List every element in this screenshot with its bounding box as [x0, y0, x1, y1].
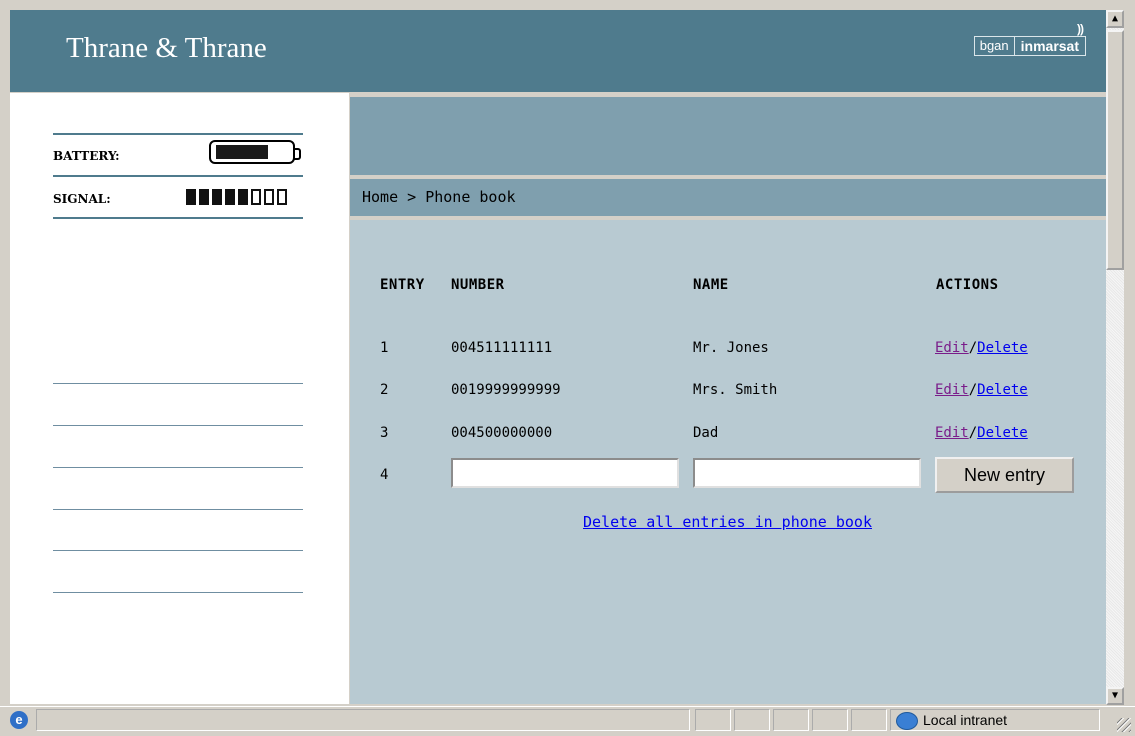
row-actions: Edit/Delete [935, 340, 1028, 356]
row-actions: Edit/Delete [935, 425, 1028, 441]
sidebar: BATTERY: SIGNAL: [10, 93, 349, 704]
action-separator: / [968, 425, 978, 441]
scroll-up-icon[interactable]: ▲ [1106, 10, 1124, 28]
delete-link[interactable]: Delete [977, 425, 1028, 441]
battery-label: BATTERY: [53, 149, 120, 163]
col-header-name: NAME [693, 277, 729, 293]
signal-bar [199, 189, 209, 205]
signal-strength-icon [186, 189, 287, 205]
intranet-globe-icon [896, 712, 918, 730]
scroll-down-icon[interactable]: ▼ [1106, 687, 1124, 705]
col-header-entry: ENTRY [380, 277, 425, 293]
name-cell: Mr. Jones [693, 340, 769, 356]
signal-bar [251, 189, 261, 205]
content-top-band [350, 97, 1106, 175]
sidebar-menu-slot [53, 550, 303, 551]
bgan-inmarsat-logo: bgan inmarsat )) [973, 22, 1086, 56]
entry-cell: 3 [380, 425, 389, 441]
entry-cell: 2 [380, 382, 389, 398]
breadcrumb: Home > Phone book [362, 188, 516, 206]
entry-cell: 4 [380, 467, 389, 483]
status-pane [734, 709, 770, 731]
number-cell: 004511111111 [451, 340, 553, 356]
sidebar-menu-slot [53, 467, 303, 468]
sidebar-menu-slot [53, 509, 303, 510]
signal-bar [212, 189, 222, 205]
status-pane [851, 709, 887, 731]
brand-logo: Thrane & Thrane [66, 32, 267, 64]
signal-bar [225, 189, 235, 205]
sidebar-divider [53, 133, 303, 135]
sidebar-menu-slot [53, 425, 303, 426]
new-number-input[interactable] [451, 458, 679, 488]
signal-bar [186, 189, 196, 205]
new-name-input[interactable] [693, 458, 921, 488]
phonebook-panel: ENTRY NUMBER NAME ACTIONS 1 004511111111… [350, 220, 1106, 704]
breadcrumb-bar: Home > Phone book [350, 179, 1106, 216]
status-pane [773, 709, 809, 731]
signal-label: SIGNAL: [53, 192, 111, 206]
inmarsat-label: inmarsat )) [1014, 22, 1086, 56]
zone-label: Local intranet [923, 712, 1008, 728]
security-zone: Local intranet [890, 709, 1100, 731]
signal-waves-icon: )) [1077, 22, 1084, 36]
browser-window: Thrane & Thrane bgan inmarsat )) BATTERY… [0, 0, 1135, 736]
status-pane [695, 709, 731, 731]
edit-link[interactable]: Edit [935, 340, 969, 356]
inmarsat-text: inmarsat [1020, 38, 1079, 54]
col-header-actions: ACTIONS [936, 277, 999, 293]
resize-grip-icon[interactable] [1117, 718, 1131, 732]
sidebar-divider [53, 175, 303, 177]
status-pane [812, 709, 848, 731]
entry-cell: 1 [380, 340, 389, 356]
sidebar-menu-slot [53, 592, 303, 593]
col-header-number: NUMBER [451, 277, 505, 293]
signal-bar [238, 189, 248, 205]
name-cell: Dad [693, 425, 719, 441]
name-cell: Mrs. Smith [693, 382, 778, 398]
delete-link[interactable]: Delete [977, 382, 1028, 398]
battery-tip [293, 148, 301, 160]
battery-fill [216, 145, 268, 159]
scroll-thumb[interactable] [1106, 30, 1124, 270]
delete-all-entries-link[interactable]: Delete all entries in phone book [583, 513, 872, 531]
edit-link[interactable]: Edit [935, 425, 969, 441]
delete-link[interactable]: Delete [977, 340, 1028, 356]
signal-bar [264, 189, 274, 205]
edit-link[interactable]: Edit [935, 382, 969, 398]
number-cell: 0019999999999 [451, 382, 561, 398]
bgan-label: bgan [973, 36, 1015, 56]
signal-bar [277, 189, 287, 205]
status-bar: e Local intranet [0, 706, 1135, 736]
status-text-area [36, 709, 690, 731]
action-separator: / [968, 340, 978, 356]
row-actions: Edit/Delete [935, 382, 1028, 398]
new-entry-button[interactable]: New entry [935, 457, 1074, 493]
page-header: Thrane & Thrane bgan inmarsat )) [10, 10, 1106, 92]
action-separator: / [968, 382, 978, 398]
sidebar-divider [53, 217, 303, 219]
sidebar-menu-slot [53, 383, 303, 384]
number-cell: 004500000000 [451, 425, 553, 441]
battery-icon [209, 140, 301, 164]
vertical-scrollbar[interactable]: ▲ ▼ [1106, 10, 1124, 705]
ie-page-icon: e [10, 711, 28, 729]
